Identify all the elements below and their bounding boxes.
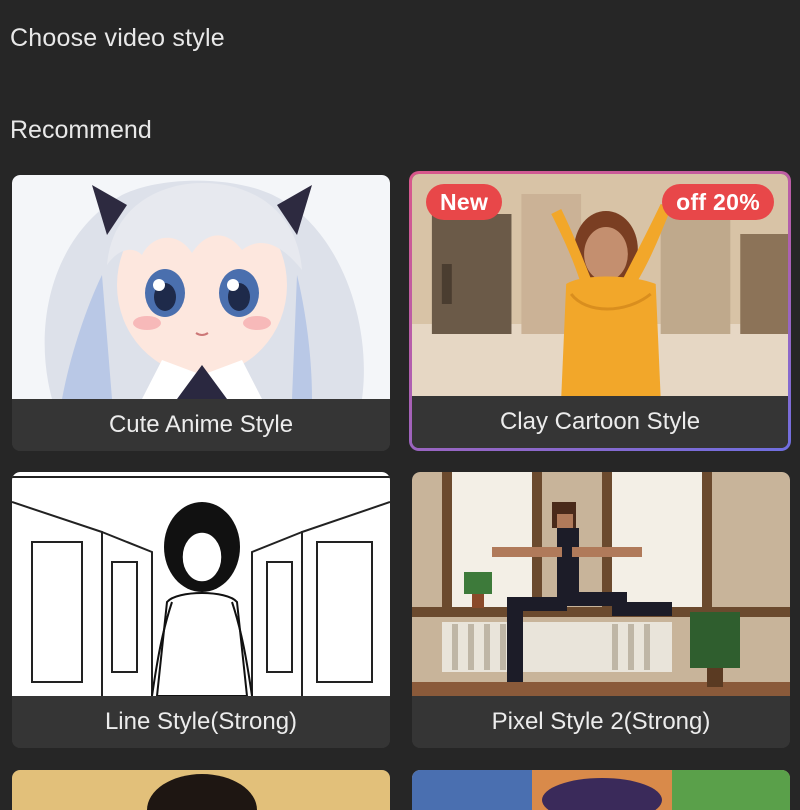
style-thumbnail-line-strong: [12, 472, 390, 696]
style-card-partial-left[interactable]: [12, 770, 390, 810]
style-thumbnail-pixel-2-strong: [412, 472, 790, 696]
style-card-pixel-2-strong[interactable]: Pixel Style 2(Strong): [412, 472, 790, 748]
style-card-label: Cute Anime Style: [12, 399, 390, 451]
style-card-label: Pixel Style 2(Strong): [412, 696, 790, 748]
style-card-label: Clay Cartoon Style: [412, 396, 788, 448]
style-card-cute-anime[interactable]: Cute Anime Style: [12, 175, 390, 451]
section-title-recommend: Recommend: [10, 116, 152, 144]
new-badge: New: [426, 184, 503, 220]
style-card-partial-right[interactable]: [412, 770, 790, 810]
style-card-clay-cartoon[interactable]: New off 20% Clay Cartoon Style: [409, 171, 791, 451]
discount-badge: off 20%: [662, 184, 774, 220]
style-card-line-strong[interactable]: Line Style(Strong): [12, 472, 390, 748]
page-title: Choose video style: [10, 24, 225, 52]
style-thumbnail-cute-anime: [12, 175, 390, 399]
style-card-label: Line Style(Strong): [12, 696, 390, 748]
